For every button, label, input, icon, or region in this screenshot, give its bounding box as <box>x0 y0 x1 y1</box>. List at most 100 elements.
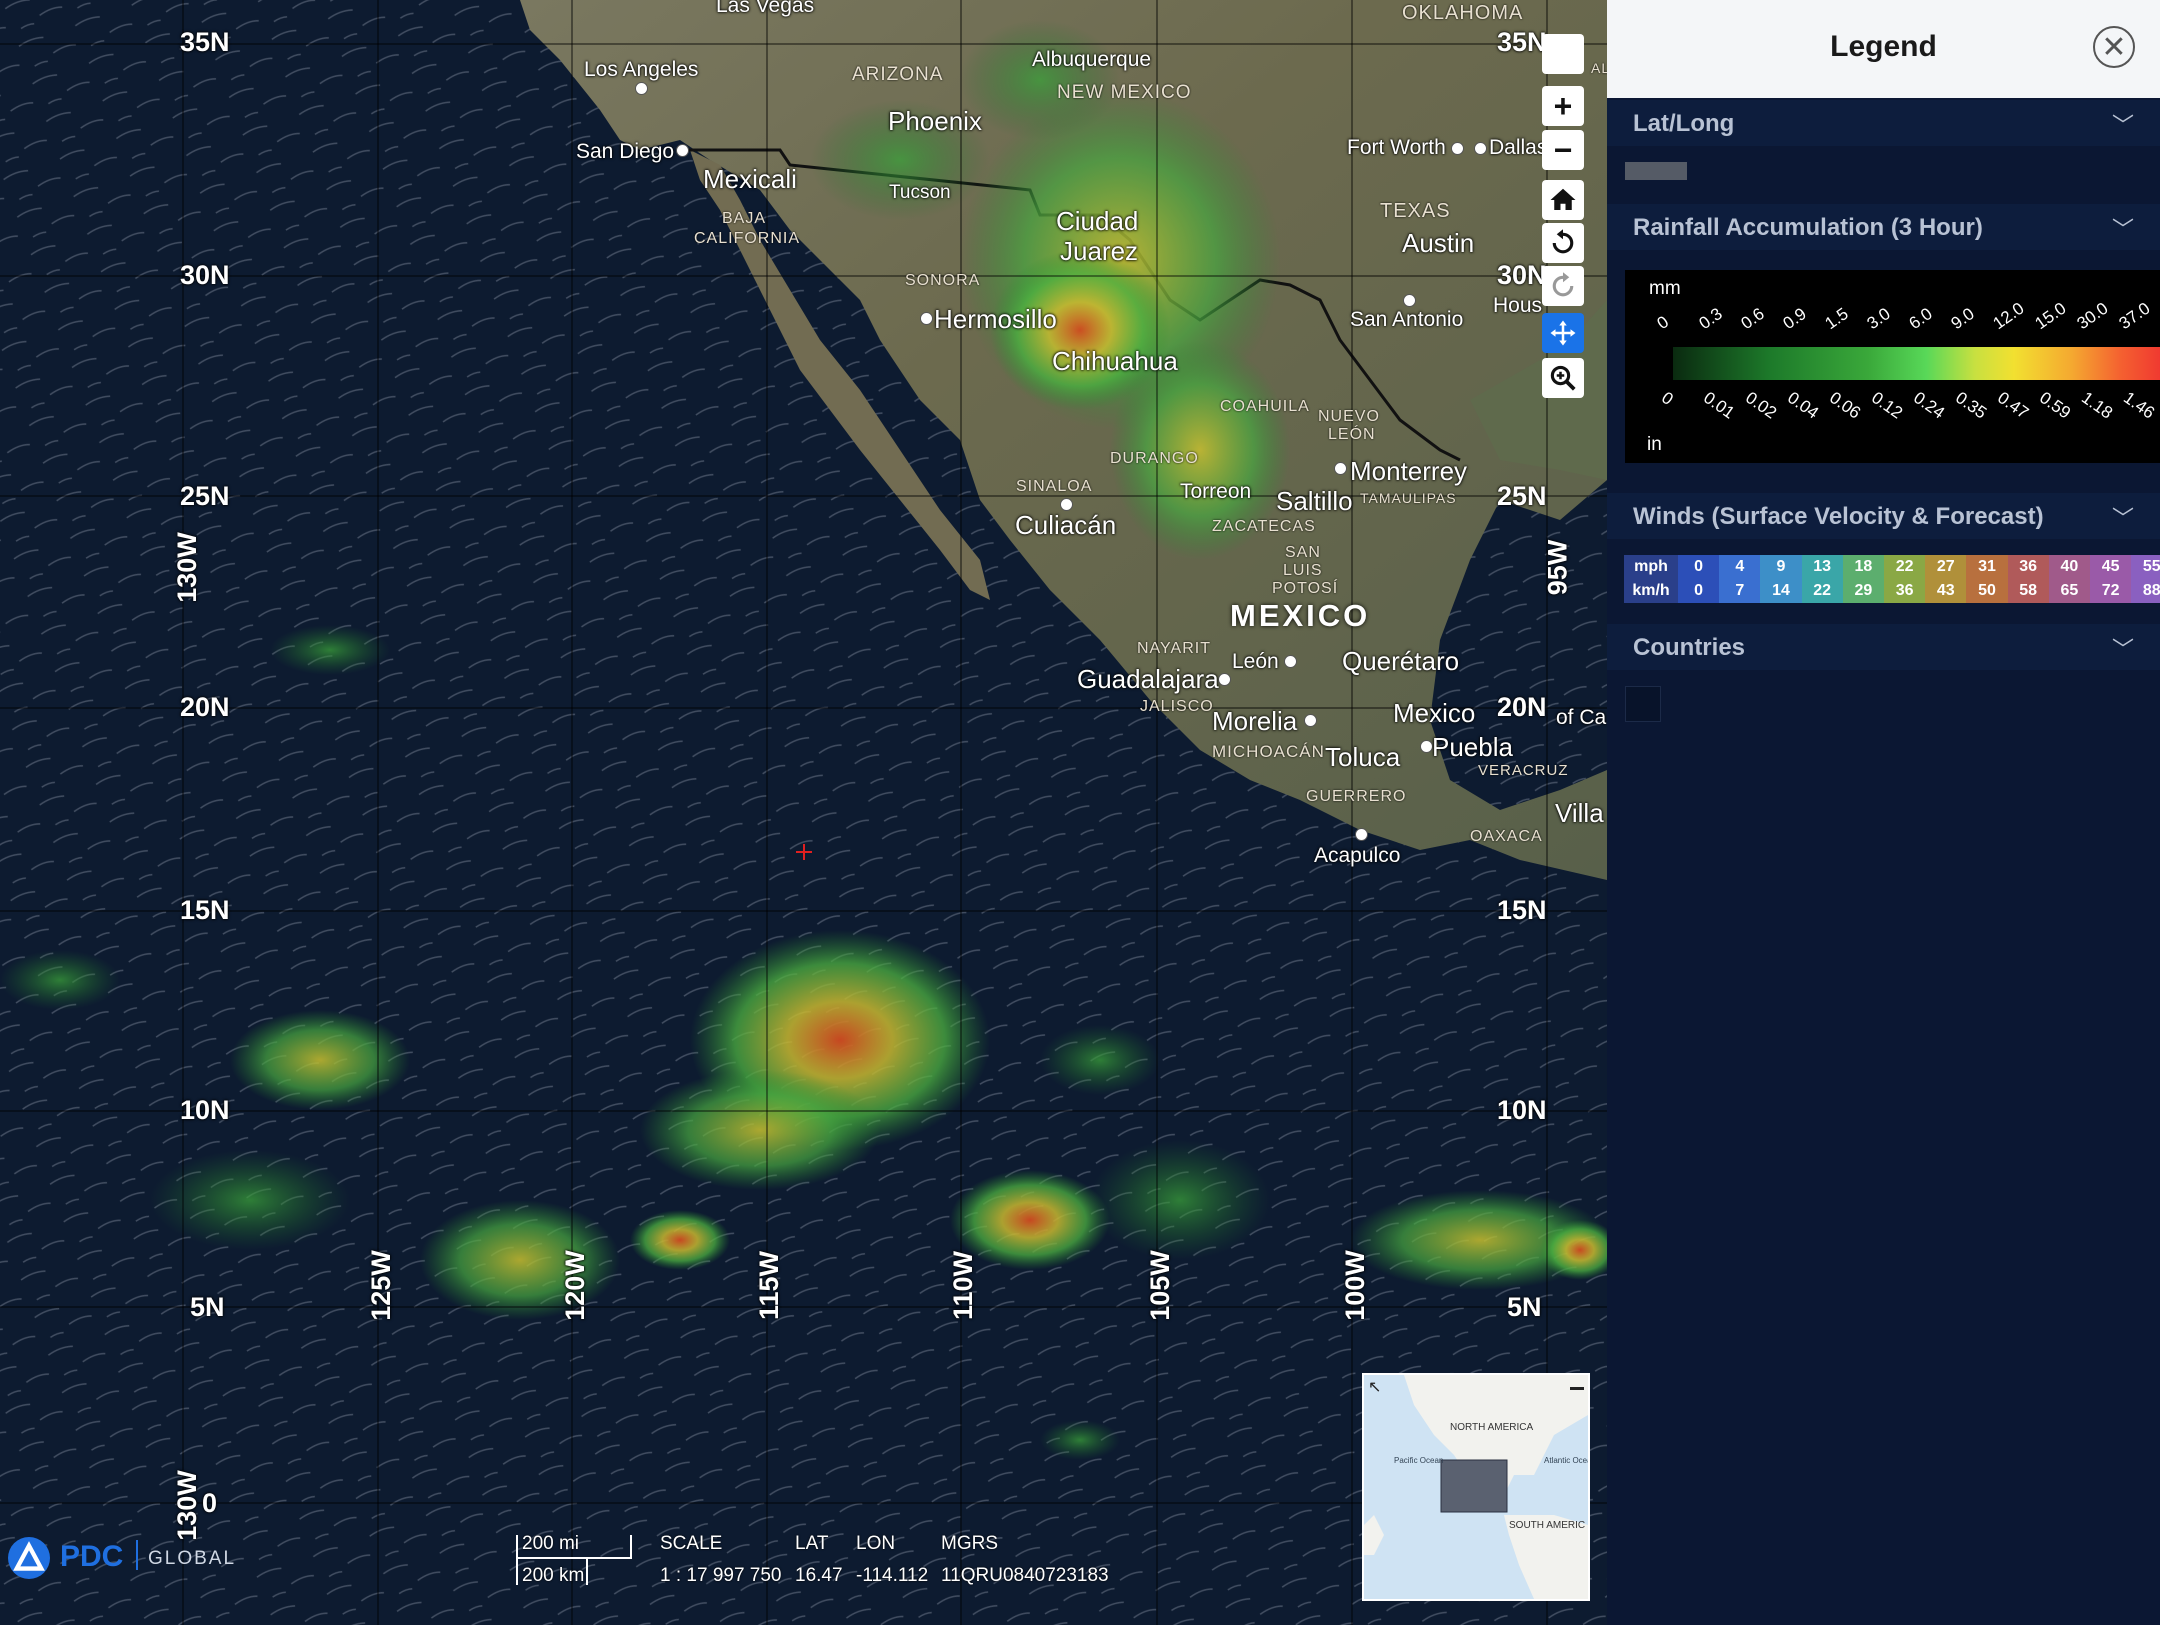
region-label: MICHOACÁN <box>1212 742 1325 761</box>
rain-in-label: 0.47 <box>1994 388 2033 423</box>
lon-label-105w: 105W <box>1144 1250 1175 1321</box>
chevron-down-icon: ﹀ <box>2111 217 2134 242</box>
zoom-in-button[interactable]: + <box>1542 86 1584 126</box>
pdc-logo-sub: GLOBAL <box>148 1548 237 1569</box>
close-button[interactable]: ✕ <box>2093 26 2135 68</box>
minimap-label-na: NORTH AMERICA <box>1450 1422 1533 1433</box>
city-label: Hermosillo <box>934 304 1057 334</box>
city-dot <box>1284 655 1297 668</box>
pdc-logo-icon <box>8 1537 50 1579</box>
city-label: Guadalajara <box>1077 664 1219 694</box>
city-dot <box>1403 294 1416 307</box>
region-label: JALISCO <box>1140 698 1214 715</box>
rain-mm-label: 0.9 <box>1779 304 1810 334</box>
rain-mm-label: 9.0 <box>1947 304 1978 334</box>
city-label: Ciudad <box>1056 206 1139 236</box>
minimap-collapse-icon[interactable] <box>1570 1387 1584 1390</box>
city-dot <box>635 82 648 95</box>
wind-value-cell: 27 <box>1925 555 1967 579</box>
country-label-mexico: MEXICO <box>1230 598 1371 633</box>
wind-value-cell: 22 <box>1884 555 1926 579</box>
lat-label-10n: 10N <box>180 1095 230 1125</box>
rain-mm-label: 3.0 <box>1863 304 1894 334</box>
pan-button[interactable] <box>1542 313 1584 353</box>
overview-minimap[interactable]: NORTH AMERICA Pacific Ocean Atlantic Oce… <box>1362 1373 1590 1601</box>
city-label: Dallas <box>1489 136 1548 159</box>
wind-value-cell: 55 <box>2131 555 2160 579</box>
lon-readout-label: LON <box>856 1533 896 1554</box>
lon-label-115w: 115W <box>754 1250 785 1321</box>
latlong-swatch <box>1625 162 1687 180</box>
legend-section-countries[interactable]: Countries ﹀ <box>1607 624 2160 670</box>
wind-value-cell: 72 <box>2090 579 2132 603</box>
rain-mm-label: 0.3 <box>1695 304 1726 334</box>
legend-section-winds[interactable]: Winds (Surface Velocity & Forecast) ﹀ <box>1607 493 2160 539</box>
city-label: Los Angeles <box>584 58 699 81</box>
legend-section-latlong[interactable]: Lat/Long ﹀ <box>1607 100 2160 146</box>
region-label: CALIFORNIA <box>694 230 801 247</box>
rain-in-label: 0.01 <box>1700 388 1739 423</box>
city-label: San Diego <box>576 140 675 163</box>
wind-value-cell: 36 <box>1884 579 1926 603</box>
wind-scale-table: mph km/h 0 0 4 7 9 14 13 22 18 29 22 36 27 43 31 50 36 58 40… <box>1624 555 2160 603</box>
wind-value-cell: 43 <box>1925 579 1967 603</box>
lon-label-125w: 125W <box>365 1250 396 1321</box>
legend-section-rainfall[interactable]: Rainfall Accumulation (3 Hour) ﹀ <box>1607 204 2160 250</box>
scale-label: SCALE <box>660 1533 723 1554</box>
city-label: Villa <box>1555 798 1604 828</box>
city-dot <box>1451 142 1464 155</box>
region-label: SINALOA <box>1016 478 1093 495</box>
minimap-expand-icon[interactable]: ↖ <box>1368 1377 1381 1397</box>
rain-in-label: 0.06 <box>1826 388 1865 423</box>
zoom-box-button[interactable] <box>1542 358 1584 398</box>
rain-unit-in: in <box>1647 434 1662 455</box>
lon-label-120w: 120W <box>559 1250 590 1321</box>
rain-mm-label: 37.0 <box>2115 298 2154 334</box>
region-label: AL <box>1591 60 1607 76</box>
city-label: Saltillo <box>1276 486 1353 516</box>
rotate-right-button[interactable] <box>1542 266 1584 306</box>
city-label: Phoenix <box>888 106 982 136</box>
lat-label-right-25n: 25N <box>1497 481 1547 511</box>
lat-label-right-30n: 30N <box>1497 260 1547 290</box>
city-label: Morelia <box>1212 706 1298 736</box>
rotate-right-icon <box>1552 272 1574 297</box>
wind-value-cell: 88 <box>2131 579 2160 603</box>
lon-label-130w-bottom: 130W <box>171 1470 202 1541</box>
region-label: TEXAS <box>1380 200 1451 222</box>
rain-mm-label: 12.0 <box>1989 298 2028 334</box>
region-label: VERACRUZ <box>1478 762 1569 779</box>
layers-button[interactable] <box>1542 34 1584 74</box>
zoom-out-button[interactable]: − <box>1542 130 1584 170</box>
wind-value-cell: 58 <box>2007 579 2049 603</box>
city-dot <box>1304 714 1317 727</box>
home-button[interactable] <box>1542 180 1584 220</box>
lat-label-right-20n: 20N <box>1497 692 1547 722</box>
city-label: Las Vegas <box>716 0 815 17</box>
magnify-icon <box>1550 365 1576 391</box>
minimap-label-sa: SOUTH AMERIC <box>1509 1520 1585 1531</box>
region-label: POTOSÍ <box>1272 580 1339 597</box>
rain-in-label: 0.02 <box>1742 388 1781 423</box>
region-label: NAYARIT <box>1137 640 1211 657</box>
region-label: SAN <box>1285 544 1321 561</box>
region-label: GUERRERO <box>1306 788 1407 805</box>
chevron-down-icon: ﹀ <box>2111 637 2134 662</box>
wind-value-cell: 0 <box>1678 555 1720 579</box>
lat-label-right-35n: 35N <box>1497 27 1547 57</box>
minimap-label-atlantic: Atlantic Ocean <box>1544 1456 1588 1465</box>
region-label: ZACATECAS <box>1212 518 1316 535</box>
rain-in-label: 0.24 <box>1910 388 1949 423</box>
rain-mm-label: 30.0 <box>2073 298 2112 334</box>
minimap-label-pacific: Pacific Ocean <box>1394 1456 1443 1465</box>
wind-value-cell: 0 <box>1678 579 1720 603</box>
lon-label-100w: 100W <box>1339 1250 1370 1321</box>
lat-readout-label: LAT <box>795 1533 829 1554</box>
city-label: Acapulco <box>1314 844 1401 867</box>
wind-value-cell: 4 <box>1719 555 1761 579</box>
rainfall-scale: mm in 0 0.3 0.6 0.9 1.5 3.0 6.0 9.0 12.0 15.0 30.0… <box>1625 270 2160 463</box>
rotate-left-button[interactable] <box>1542 223 1584 263</box>
map-view[interactable]: 35N 30N 25N 20N 15N 10N 5N 0 35N 30N 25N… <box>0 0 1607 1625</box>
region-label: SONORA <box>905 272 981 289</box>
city-label: Fort Worth <box>1347 136 1446 159</box>
